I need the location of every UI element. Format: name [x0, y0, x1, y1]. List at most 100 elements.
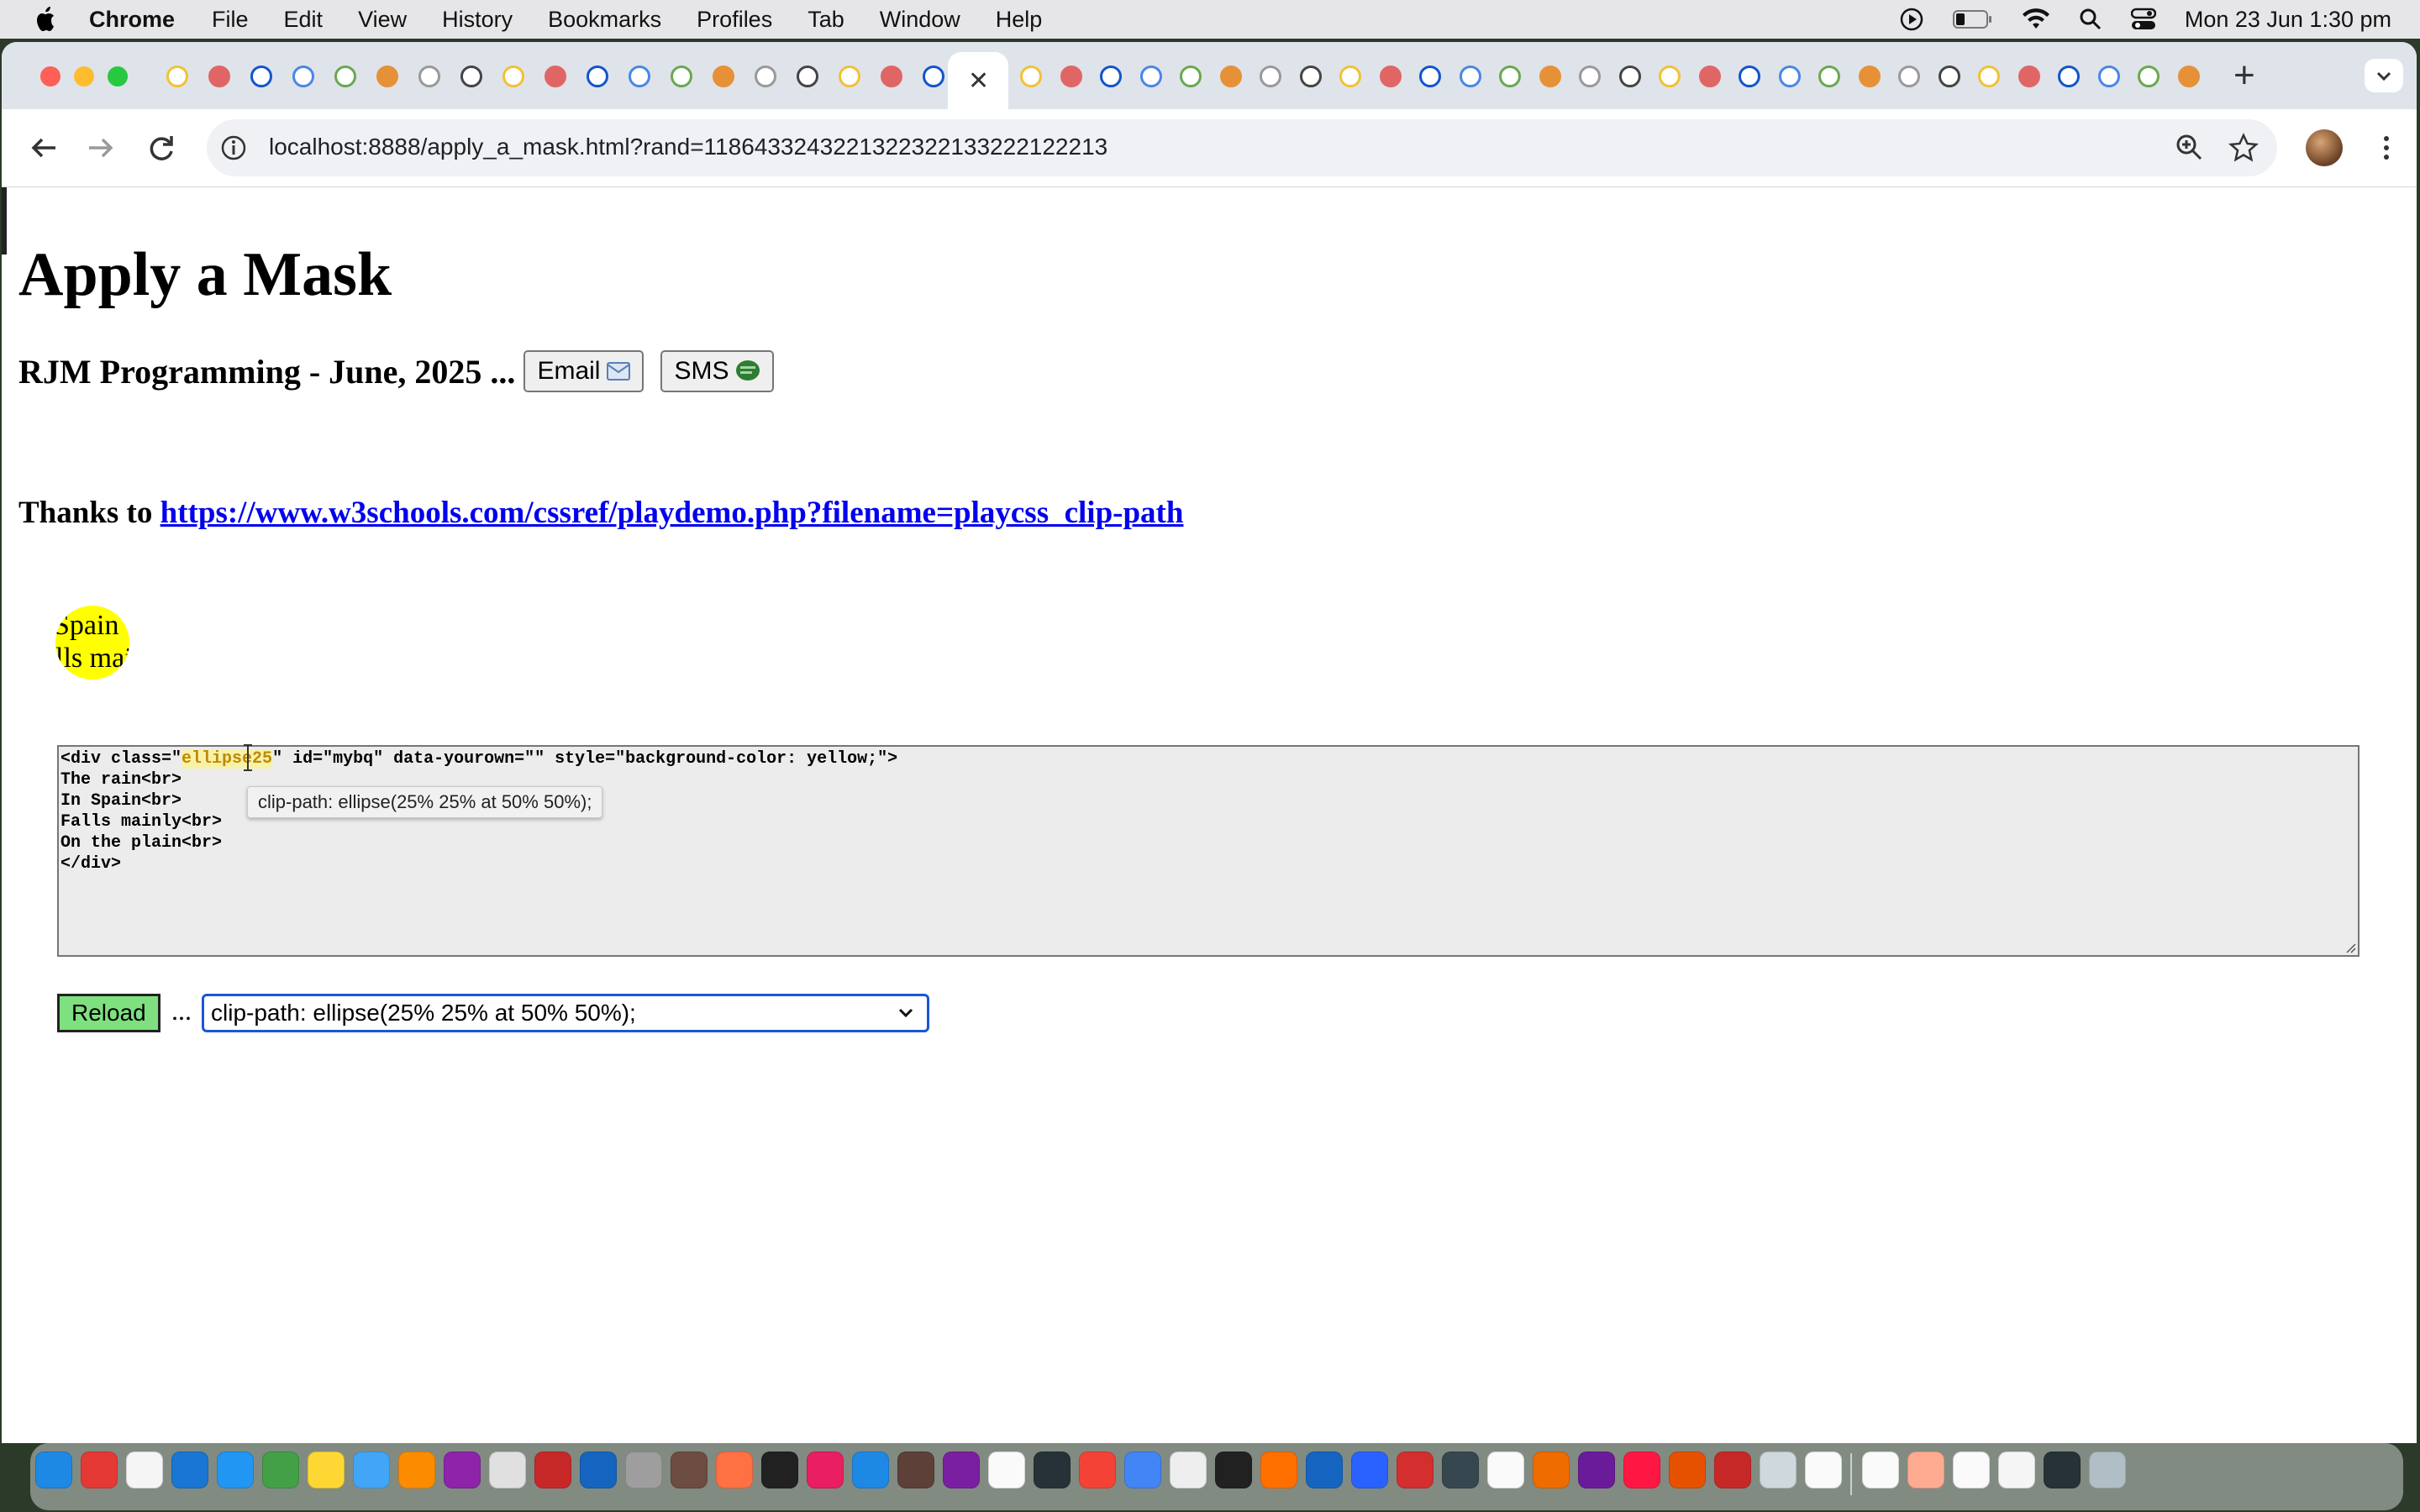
dock-app-icon-17[interactable]: [761, 1452, 798, 1488]
tab-favicon-right-18[interactable]: [1698, 66, 1721, 87]
dock-app-icon-44[interactable]: [1998, 1452, 2035, 1488]
dock-app-icon-37[interactable]: [1669, 1452, 1706, 1488]
dock-app-icon-23[interactable]: [1034, 1452, 1071, 1488]
dock-app-icon-31[interactable]: [1397, 1452, 1434, 1488]
tab-favicon-left-15[interactable]: [755, 66, 776, 87]
dock-app-icon-34[interactable]: [1533, 1452, 1570, 1488]
tab-favicon-left-17[interactable]: [839, 66, 860, 87]
dock-app-icon-18[interactable]: [807, 1452, 844, 1488]
html-code-textarea[interactable]: <div class="ellipse25" id="mybq" data-yo…: [57, 745, 2360, 957]
tab-favicon-right-28[interactable]: [2097, 66, 2120, 87]
tab-favicon-right-10[interactable]: [1379, 66, 1402, 87]
mask-style-select[interactable]: clip-path: ellipse(25% 25% at 50% 50%);: [202, 994, 929, 1032]
tab-favicon-left-13[interactable]: [671, 66, 692, 87]
dock-app-icon-21[interactable]: [943, 1452, 980, 1488]
tab-favicon-left-4[interactable]: [292, 66, 314, 87]
textarea-resize-handle-icon[interactable]: [2343, 940, 2356, 953]
url-text[interactable]: localhost:8888/apply_a_mask.html?rand=11…: [269, 134, 1107, 160]
menu-window[interactable]: Window: [880, 7, 960, 33]
profile-avatar[interactable]: [2306, 129, 2343, 166]
tab-favicon-right-3[interactable]: [1100, 66, 1122, 87]
tab-favicon-right-7[interactable]: [1260, 66, 1281, 87]
dock-app-icon-40[interactable]: [1805, 1452, 1842, 1488]
tab-favicon-right-21[interactable]: [1818, 66, 1840, 87]
tab-favicon-right-23[interactable]: [1898, 66, 1920, 87]
tab-favicon-right-6[interactable]: [1219, 66, 1242, 87]
tab-favicon-left-18[interactable]: [881, 66, 902, 87]
dock-app-icon-10[interactable]: [444, 1452, 481, 1488]
bookmark-star-icon[interactable]: [2228, 133, 2259, 163]
dock-app-icon-26[interactable]: [1170, 1452, 1207, 1488]
tab-favicon-right-8[interactable]: [1299, 66, 1322, 87]
menu-edit[interactable]: Edit: [284, 7, 324, 33]
dock-app-icon-33[interactable]: [1487, 1452, 1524, 1488]
dock-app-icon-16[interactable]: [716, 1452, 753, 1488]
dock-app-icon-3[interactable]: [126, 1452, 163, 1488]
w3schools-link[interactable]: https://www.w3schools.com/cssref/playdem…: [160, 496, 1184, 530]
dock-app-icon-15[interactable]: [671, 1452, 708, 1488]
dock-app-icon-38[interactable]: [1714, 1452, 1751, 1488]
site-info-icon[interactable]: [220, 134, 247, 161]
tab-favicon-right-30[interactable]: [2177, 66, 2200, 87]
tab-favicon-left-16[interactable]: [797, 66, 818, 87]
active-tab[interactable]: ✕: [948, 52, 1008, 111]
tab-favicon-left-6[interactable]: [376, 66, 398, 87]
tab-favicon-right-22[interactable]: [1858, 66, 1881, 87]
tab-search-button[interactable]: [2365, 59, 2403, 92]
tab-favicon-right-19[interactable]: [1739, 66, 1760, 87]
new-tab-button[interactable]: +: [2233, 57, 2255, 94]
tab-favicon-left-19[interactable]: [923, 66, 944, 87]
menu-bookmarks[interactable]: Bookmarks: [548, 7, 661, 33]
dock-app-icon-20[interactable]: [897, 1452, 934, 1488]
spotlight-search-icon[interactable]: [2079, 8, 2102, 31]
address-bar[interactable]: localhost:8888/apply_a_mask.html?rand=11…: [207, 119, 2277, 176]
tab-favicon-left-14[interactable]: [713, 66, 734, 87]
tab-favicon-right-4[interactable]: [1139, 66, 1162, 87]
dock-app-icon-28[interactable]: [1260, 1452, 1297, 1488]
dock-app-icon-13[interactable]: [580, 1452, 617, 1488]
tab-favicon-right-27[interactable]: [2058, 66, 2080, 87]
tab-favicon-left-12[interactable]: [629, 66, 650, 87]
menu-history[interactable]: History: [442, 7, 513, 33]
tab-favicon-left-10[interactable]: [544, 66, 566, 87]
tab-favicon-right-14[interactable]: [1539, 66, 1561, 87]
tab-favicon-right-13[interactable]: [1499, 66, 1521, 87]
dock-app-icon-39[interactable]: [1760, 1452, 1797, 1488]
menu-help[interactable]: Help: [996, 7, 1043, 33]
tab-favicon-right-17[interactable]: [1659, 66, 1681, 87]
dock-app-icon-6[interactable]: [262, 1452, 299, 1488]
sms-button[interactable]: SMS: [660, 350, 775, 392]
tab-favicon-left-11[interactable]: [587, 66, 608, 87]
dock-app-icon-36[interactable]: [1623, 1452, 1660, 1488]
dock-app-icon-24[interactable]: [1079, 1452, 1116, 1488]
tab-favicon-left-3[interactable]: [250, 66, 272, 87]
tab-favicon-left-8[interactable]: [460, 66, 482, 87]
tab-favicon-left-9[interactable]: [502, 66, 524, 87]
dock-app-icon-14[interactable]: [625, 1452, 662, 1488]
dock-app-icon-43[interactable]: [1953, 1452, 1990, 1488]
tab-favicon-right-29[interactable]: [2138, 66, 2160, 87]
menu-app-name[interactable]: Chrome: [89, 7, 175, 33]
dock-app-icon-19[interactable]: [852, 1452, 889, 1488]
dock-app-icon-45[interactable]: [2044, 1452, 2081, 1488]
reload-page-icon[interactable]: [145, 131, 178, 165]
minimize-window-button[interactable]: [74, 66, 94, 87]
tab-favicon-right-20[interactable]: [1778, 66, 1801, 87]
dock-app-icon-35[interactable]: [1578, 1452, 1615, 1488]
forward-arrow-icon[interactable]: [84, 131, 118, 165]
dock-app-icon-29[interactable]: [1306, 1452, 1343, 1488]
close-window-button[interactable]: [40, 66, 60, 87]
tab-favicon-right-24[interactable]: [1938, 66, 1960, 87]
dock-app-icon-5[interactable]: [217, 1452, 254, 1488]
dock-app-icon-22[interactable]: [988, 1452, 1025, 1488]
tab-favicon-right-15[interactable]: [1579, 66, 1601, 87]
control-center-icon[interactable]: [2130, 8, 2156, 31]
tab-favicon-right-25[interactable]: [1978, 66, 2000, 87]
dock-app-icon-4[interactable]: [171, 1452, 208, 1488]
dock-app-icon-25[interactable]: [1124, 1452, 1161, 1488]
dock-app-icon-1[interactable]: [35, 1452, 72, 1488]
tab-favicon-right-2[interactable]: [1060, 66, 1082, 87]
menu-file[interactable]: File: [212, 7, 249, 33]
tab-favicon-right-11[interactable]: [1419, 66, 1441, 87]
tab-favicon-right-26[interactable]: [2018, 66, 2040, 87]
